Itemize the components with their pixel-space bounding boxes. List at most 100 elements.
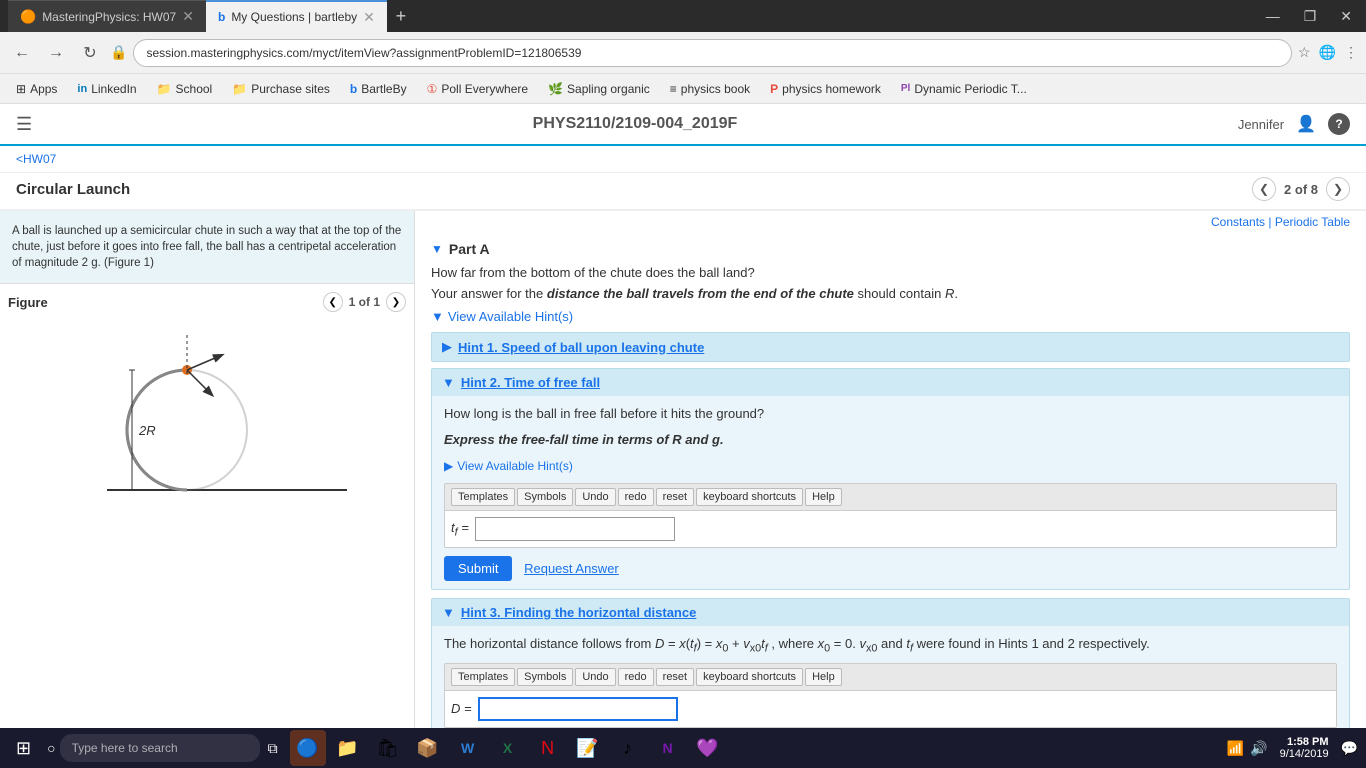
hint3-symbols-btn[interactable]: Symbols (517, 668, 573, 686)
hint3-header[interactable]: ▼ Hint 3. Finding the horizontal distanc… (432, 599, 1349, 626)
hint2-answer-area: tf = (444, 510, 1337, 548)
taskbar-store-btn[interactable]: 🛍 (370, 730, 406, 766)
taskbar-search-input[interactable] (60, 734, 260, 762)
figure-prev-button[interactable]: ❮ (323, 292, 343, 312)
start-button[interactable]: ⊞ (8, 734, 39, 763)
hint3-variable: D = (451, 699, 472, 719)
hint2-label: Hint 2. Time of free fall (461, 375, 600, 390)
hint2-answer-input[interactable] (475, 517, 675, 541)
taskbar-explorer-btn[interactable]: 📁 (330, 730, 366, 766)
hint1-label: Hint 1. Speed of ball upon leaving chute (458, 340, 704, 355)
taskbar-app2-btn[interactable]: 💜 (690, 730, 726, 766)
sapling-icon: 🌿 (548, 82, 563, 96)
hint2-header[interactable]: ▼ Hint 2. Time of free fall (432, 369, 1349, 396)
hint3-keyboard-btn[interactable]: keyboard shortcuts (696, 668, 803, 686)
taskbar-amazon-btn[interactable]: 📦 (410, 730, 446, 766)
hint3-math-toolbar: Templates Symbols Undo redo reset keyboa… (444, 663, 1337, 690)
periodic-icon: Pl (901, 83, 910, 94)
hint2-reset-btn[interactable]: reset (656, 488, 694, 506)
part-label: Part A (449, 241, 490, 257)
hint3-templates-btn[interactable]: Templates (451, 668, 515, 686)
help-button[interactable]: ? (1328, 113, 1350, 135)
part-collapse-arrow[interactable]: ▼ (431, 242, 443, 256)
hint2-answer-row: tf = (451, 517, 1330, 541)
taskbar-word-btn[interactable]: W (450, 730, 486, 766)
cortana-button[interactable]: ○ (47, 740, 55, 756)
hint2-question: How long is the ball in free fall before… (444, 404, 1337, 424)
hint2-collapse-arrow: ▼ (442, 375, 455, 390)
new-tab-button[interactable]: + (387, 2, 415, 30)
hint2-keyboard-btn[interactable]: keyboard shortcuts (696, 488, 803, 506)
taskbar-netflix-btn[interactable]: N (530, 730, 566, 766)
chrome-menu-button[interactable]: ⋮ (1344, 44, 1358, 61)
hint2-request-button[interactable]: Request Answer (524, 561, 619, 576)
view-hints-toggle[interactable]: ▼ View Available Hint(s) (431, 309, 1350, 324)
bookmark-physics-homework[interactable]: P physics homework (762, 80, 889, 98)
time-display[interactable]: 1:58 PM 9/14/2019 (1280, 736, 1329, 760)
task-view-button[interactable]: ⧉ (268, 740, 278, 757)
refresh-button[interactable]: ↻ (76, 39, 104, 67)
close-button[interactable]: ✕ (1334, 6, 1358, 27)
hint1-expand-arrow: ▶ (442, 339, 452, 355)
bookmark-apps[interactable]: ⊞ Apps (8, 80, 65, 98)
bookmark-bartleby-label: BartleBy (361, 82, 406, 96)
hint3-reset-btn[interactable]: reset (656, 668, 694, 686)
maximize-button[interactable]: ❐ (1298, 6, 1323, 27)
bookmark-purchase-label: Purchase sites (251, 82, 330, 96)
hint2-view-hints-toggle[interactable]: ▶ View Available Hint(s) (444, 457, 1337, 475)
taskbar: ⊞ ○ ⧉ 🔵 📁 🛍 📦 W X N 📝 ♪ N 💜 📶 🔊 1:58 PM … (0, 728, 1366, 768)
next-problem-button[interactable]: ❯ (1326, 177, 1350, 201)
taskbar-notes-btn[interactable]: 📝 (570, 730, 606, 766)
hint3-label: Hint 3. Finding the horizontal distance (461, 605, 696, 620)
answer-note: Your answer for the distance the ball tr… (431, 286, 1350, 301)
network-icon: 📶 (1227, 740, 1244, 757)
breadcrumb-parent-link[interactable]: <HW07 (16, 152, 56, 166)
app-header-left: ☰ (16, 114, 32, 135)
hint3-answer-input[interactable] (478, 697, 678, 721)
forward-button[interactable]: → (42, 39, 70, 67)
tab1-close[interactable]: ✕ (182, 8, 194, 25)
taskbar-music-btn[interactable]: ♪ (610, 730, 646, 766)
bookmark-school[interactable]: 📁 School (149, 80, 221, 98)
taskbar-chrome-btn[interactable]: 🔵 (290, 730, 326, 766)
hint2-templates-btn[interactable]: Templates (451, 488, 515, 506)
figure-panel: Figure ❮ 1 of 1 ❯ (0, 284, 414, 528)
hint3-undo-btn[interactable]: Undo (575, 668, 615, 686)
periodic-table-link[interactable]: Periodic Table (1275, 215, 1350, 229)
chrome-account-button[interactable]: 🌐 (1319, 44, 1336, 61)
minimize-button[interactable]: — (1260, 6, 1286, 26)
bookmark-sapling[interactable]: 🌿 Sapling organic (540, 80, 658, 98)
tab2-close[interactable]: ✕ (363, 9, 375, 26)
figure-next-button[interactable]: ❯ (386, 292, 406, 312)
bookmark-bartleby[interactable]: b BartleBy (342, 80, 415, 98)
hint2-symbols-btn[interactable]: Symbols (517, 488, 573, 506)
physics-hw-icon: P (770, 82, 778, 96)
taskbar-excel-btn[interactable]: X (490, 730, 526, 766)
back-button[interactable]: ← (8, 39, 36, 67)
hint2-redo-btn[interactable]: redo (618, 488, 654, 506)
user-profile-button[interactable]: 👤 (1296, 114, 1316, 134)
figure-image: 2R (8, 320, 406, 520)
tab-bartleby[interactable]: b My Questions | bartleby ✕ (206, 0, 387, 32)
taskbar-onenote-btn[interactable]: N (650, 730, 686, 766)
hint2-undo-btn[interactable]: Undo (575, 488, 615, 506)
hamburger-menu-button[interactable]: ☰ (16, 114, 32, 135)
bookmark-linkedin[interactable]: in LinkedIn (69, 80, 144, 98)
bookmark-poll-everywhere[interactable]: ① Poll Everywhere (419, 80, 536, 98)
hint3-help-btn[interactable]: Help (805, 668, 842, 686)
hint2-help-btn[interactable]: Help (805, 488, 842, 506)
url-input[interactable] (133, 39, 1292, 67)
notifications-button[interactable]: 💬 (1341, 740, 1358, 757)
bookmark-dynamic-periodic[interactable]: Pl Dynamic Periodic T... (893, 80, 1035, 98)
constants-link[interactable]: Constants (1211, 215, 1265, 229)
hint3-answer-area: D = (444, 690, 1337, 728)
figure-navigation: ❮ 1 of 1 ❯ (323, 292, 406, 312)
tab-mastering-physics[interactable]: 🟠 MasteringPhysics: HW07 ✕ (8, 0, 206, 32)
hint3-redo-btn[interactable]: redo (618, 668, 654, 686)
hint1-header[interactable]: ▶ Hint 1. Speed of ball upon leaving chu… (432, 333, 1349, 361)
prev-problem-button[interactable]: ❮ (1252, 177, 1276, 201)
bookmark-purchase-sites[interactable]: 📁 Purchase sites (224, 80, 338, 98)
hint2-submit-button[interactable]: Submit (444, 556, 512, 581)
bookmark-star-button[interactable]: ☆ (1298, 44, 1311, 61)
bookmark-physics-book[interactable]: ≡ physics book (662, 80, 758, 98)
